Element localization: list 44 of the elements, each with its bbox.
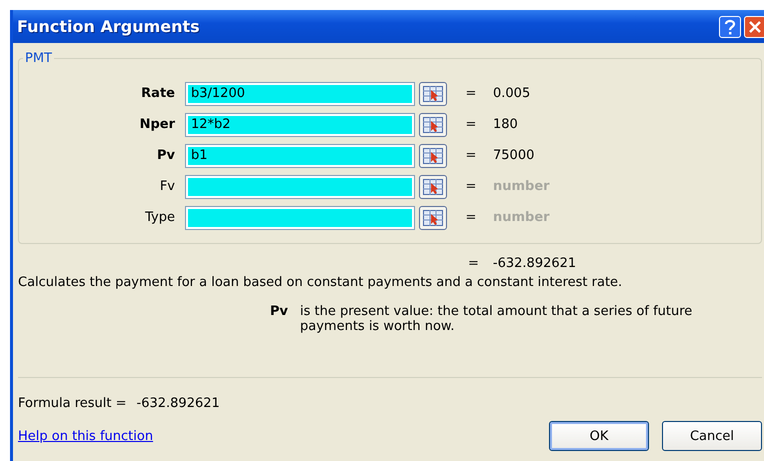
equals-sign: = (468, 256, 479, 271)
ok-button[interactable]: OK (549, 421, 649, 451)
argument-field[interactable] (185, 206, 415, 230)
argument-label: Nper (138, 117, 176, 132)
argument-label: Pv (156, 148, 176, 163)
equals-sign: = (464, 148, 478, 163)
argument-label: Type (144, 210, 176, 225)
table-icon (423, 86, 443, 102)
argument-label: Rate (140, 86, 176, 101)
collapse-dialog-button[interactable] (419, 144, 447, 168)
collapse-dialog-button[interactable] (419, 206, 447, 230)
argument-field[interactable] (185, 174, 415, 198)
equals-sign: = (464, 86, 478, 101)
equals-sign: = (464, 210, 478, 225)
formula-result-value: -632.892621 (136, 396, 220, 411)
help-link[interactable]: Help on this function (18, 428, 536, 444)
table-icon (423, 178, 443, 194)
argument-label: Fv (158, 179, 176, 194)
close-icon[interactable] (744, 16, 764, 38)
argument-value: 75000 (493, 148, 536, 163)
argument-field[interactable]: b1 (185, 144, 415, 168)
table-icon (423, 210, 443, 226)
formula-result-label: Formula result = (18, 396, 127, 411)
function-description: Calculates the payment for a loan based on constant payments and a constant interest rate. (18, 275, 624, 290)
help-icon[interactable] (719, 16, 741, 38)
argument-type: number (493, 179, 551, 194)
collapse-dialog-button[interactable] (419, 82, 447, 106)
argument-name: Pv (270, 304, 290, 321)
collapse-dialog-button[interactable] (419, 112, 447, 136)
argument-description: is the present value: the total amount that a series of future payments is worth now. (300, 304, 694, 334)
argument-field[interactable]: b3/1200 (185, 82, 415, 106)
window-title: Function Arguments (17, 17, 201, 36)
argument-value: 180 (493, 117, 519, 132)
argument-value: 0.005 (493, 86, 532, 101)
table-icon (423, 116, 443, 132)
argument-field[interactable]: 12*b2 (185, 112, 415, 136)
table-icon (423, 148, 443, 164)
equals-sign: = (464, 179, 478, 194)
function-result: -632.892621 (492, 256, 576, 271)
group-title: PMT (24, 51, 53, 66)
collapse-dialog-button[interactable] (419, 174, 447, 198)
cancel-button[interactable]: Cancel (662, 421, 762, 451)
argument-type: number (493, 210, 551, 225)
equals-sign: = (464, 117, 478, 132)
